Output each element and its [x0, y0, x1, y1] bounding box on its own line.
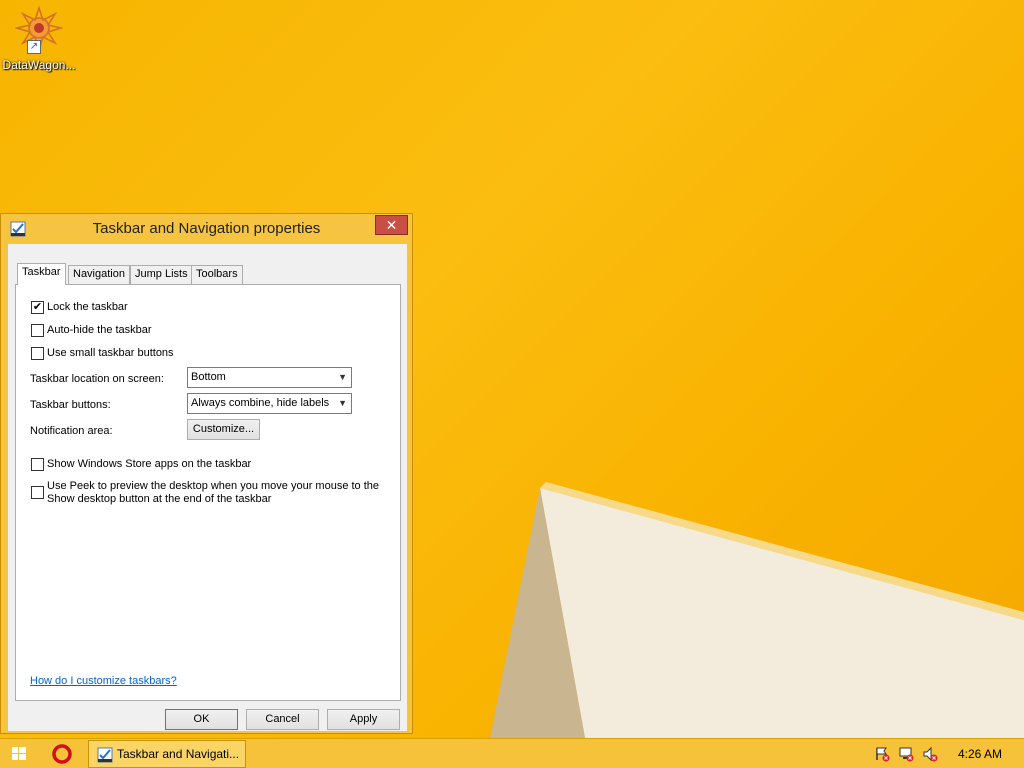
auto-hide-label: Auto-hide the taskbar [47, 324, 152, 336]
ok-button[interactable]: OK [165, 709, 238, 730]
customize-button[interactable]: Customize... [187, 419, 260, 440]
dialog-client-area: Taskbar Navigation Jump Lists Toolbars ✔… [8, 244, 407, 731]
taskbar-buttons-label: Taskbar buttons: [30, 399, 111, 411]
desktop: ↗ DataWagon... Taskbar and Navigation pr… [0, 0, 1024, 738]
datawagon-icon: ↗ [13, 5, 65, 54]
chevron-down-icon: ▼ [338, 372, 347, 382]
small-buttons-checkbox[interactable] [31, 347, 44, 360]
store-apps-label: Show Windows Store apps on the taskbar [47, 458, 252, 470]
taskbar-buttons-select[interactable]: Always combine, hide labels ▼ [187, 393, 352, 414]
action-center-flag-icon[interactable] [874, 746, 890, 762]
taskbar: Taskbar and Navigati... 4:26 AM [0, 738, 1024, 768]
opera-browser-icon[interactable] [52, 744, 72, 764]
dialog-title: Taskbar and Navigation properties [92, 220, 321, 237]
close-button[interactable]: ✕ [375, 215, 408, 235]
small-buttons-label: Use small taskbar buttons [47, 347, 174, 359]
tab-jump-lists[interactable]: Jump Lists [130, 265, 193, 284]
store-apps-checkbox[interactable] [31, 458, 44, 471]
shortcut-arrow-icon: ↗ [27, 40, 41, 54]
desktop-shortcut-datawagon[interactable]: ↗ DataWagon... [2, 5, 76, 72]
peek-label-line1: Use Peek to preview the desktop when you… [47, 480, 380, 492]
tab-navigation[interactable]: Navigation [68, 265, 130, 284]
chevron-down-icon: ▼ [338, 398, 347, 408]
desktop-icon-label: DataWagon... [2, 58, 76, 72]
lock-taskbar-label: Lock the taskbar [47, 301, 128, 313]
dialog-titlebar[interactable]: Taskbar and Navigation properties ✕ [1, 214, 412, 242]
lock-taskbar-checkbox[interactable]: ✔ [31, 301, 44, 314]
taskbar-location-value: Bottom [191, 371, 226, 383]
notification-area-label: Notification area: [30, 425, 113, 437]
tab-taskbar[interactable]: Taskbar [17, 263, 66, 285]
taskbar-properties-icon [97, 747, 113, 763]
taskbar-location-label: Taskbar location on screen: [30, 373, 164, 385]
taskbar-active-window-button[interactable]: Taskbar and Navigati... [88, 740, 246, 768]
help-link[interactable]: How do I customize taskbars? [30, 675, 177, 687]
tab-toolbars[interactable]: Toolbars [191, 265, 243, 284]
peek-checkbox[interactable] [31, 486, 44, 499]
taskbar-properties-dialog: Taskbar and Navigation properties ✕ Task… [0, 213, 413, 734]
volume-muted-icon[interactable] [922, 746, 938, 762]
taskbar-tab-panel: ✔ Lock the taskbar Auto-hide the taskbar… [15, 284, 401, 701]
apply-button[interactable]: Apply [327, 709, 400, 730]
network-icon[interactable] [898, 746, 914, 762]
taskbar-location-select[interactable]: Bottom ▼ [187, 367, 352, 388]
cancel-button[interactable]: Cancel [246, 709, 319, 730]
auto-hide-checkbox[interactable] [31, 324, 44, 337]
peek-label-line2: Show desktop button at the end of the ta… [47, 493, 272, 505]
windows-start-icon[interactable] [8, 746, 30, 762]
taskbar-window-label: Taskbar and Navigati... [117, 747, 240, 761]
taskbar-buttons-value: Always combine, hide labels [191, 397, 330, 409]
taskbar-clock[interactable]: 4:26 AM [958, 747, 1002, 761]
